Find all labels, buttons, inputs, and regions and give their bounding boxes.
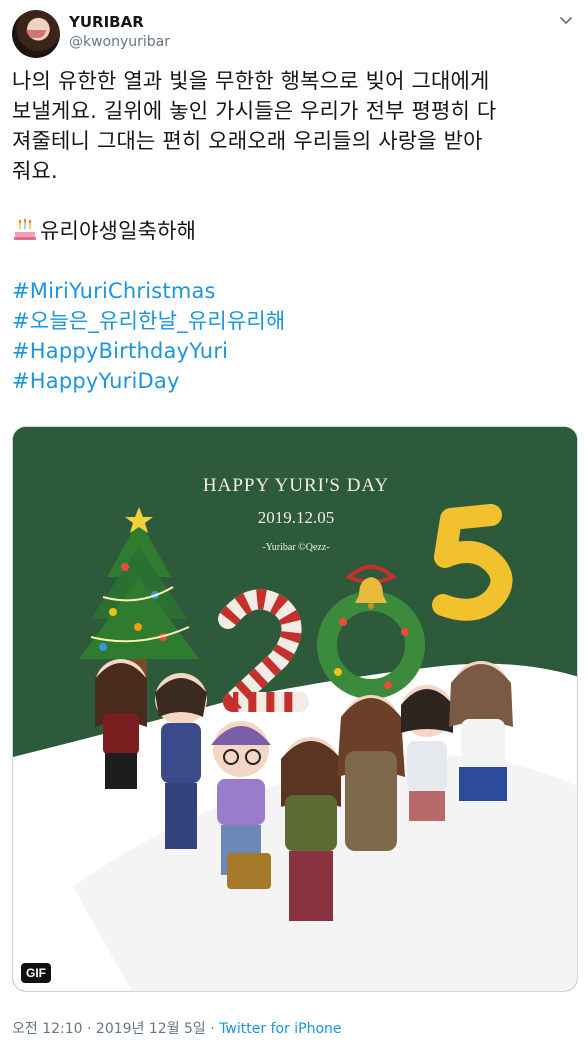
tweet-source-link[interactable]: Twitter for iPhone bbox=[219, 1021, 341, 1037]
tweet-header: YURIBAR @kwonyuribar bbox=[12, 8, 576, 58]
card-date: 2019.12.05 bbox=[258, 508, 335, 527]
tweet-line: 져줄테니 그대는 편히 오래오래 우리들의 사랑을 받아 bbox=[12, 129, 483, 153]
hashtag-link[interactable]: #HappyYuriDay bbox=[12, 366, 576, 396]
display-name[interactable]: YURIBAR bbox=[69, 13, 144, 31]
meta-separator: · bbox=[210, 1021, 215, 1037]
tweet-text: 나의 유한한 열과 빛을 무한한 행복으로 빚어 그대에게 보낼게요. 길위에 … bbox=[12, 66, 576, 396]
tweet-media-gif[interactable]: HAPPY YURI'S DAY 2019.12.05 -Yuribar ©Qe… bbox=[12, 426, 578, 992]
birthday-text: 유리야생일축하해 bbox=[40, 219, 197, 243]
tweet-meta: 오전 12:10 · 2019년 12월 5일 · Twitter for iP… bbox=[12, 1018, 342, 1038]
meta-separator: · bbox=[87, 1021, 92, 1037]
tweet-date[interactable]: 2019년 12월 5일 bbox=[96, 1021, 206, 1037]
tweet-time[interactable]: 오전 12:10 bbox=[12, 1021, 83, 1037]
birthday-line: 유리야생일축하해 bbox=[12, 216, 576, 246]
user-handle[interactable]: @kwonyuribar bbox=[69, 34, 170, 50]
hashtag-link[interactable]: #오늘은_유리한날_유리유리해 bbox=[12, 306, 576, 336]
chevron-down-icon[interactable] bbox=[558, 12, 574, 28]
tweet-line: 줘요. bbox=[12, 159, 58, 183]
card-title: HAPPY YURI'S DAY bbox=[203, 475, 389, 496]
hashtag-link[interactable]: #HappyBirthdayYuri bbox=[12, 336, 576, 366]
gif-badge: GIF bbox=[21, 963, 51, 983]
tweet-line: 나의 유한한 열과 빛을 무한한 행복으로 빚어 그대에게 bbox=[12, 69, 490, 93]
birthday-cake-icon bbox=[14, 218, 36, 240]
card-credit: -Yuribar ©Qezz- bbox=[262, 542, 329, 553]
hashtag-link[interactable]: #MiriYuriChristmas bbox=[12, 276, 576, 306]
tweet-line: 보낼게요. 길위에 놓인 가시들은 우리가 전부 평평히 다 bbox=[12, 99, 497, 123]
birthday-illustration: HAPPY YURI'S DAY 2019.12.05 -Yuribar ©Qe… bbox=[13, 427, 577, 991]
avatar[interactable] bbox=[12, 10, 60, 58]
